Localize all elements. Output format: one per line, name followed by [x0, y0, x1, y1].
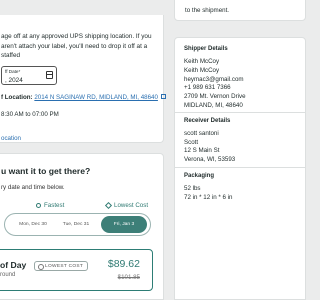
shipment-note-card: to the shipment. — [174, 0, 306, 21]
dropoff-location-link[interactable]: 2014 N SAGINAW RD, MIDLAND, MI, 48640 — [34, 94, 158, 101]
receiver-details-title: Receiver Details — [184, 118, 231, 124]
divider — [175, 167, 305, 168]
fastest-label: Fastest — [44, 202, 65, 209]
shipper-street: 2709 Mt. Vernon Drive — [184, 93, 246, 100]
delivery-subtitle: ry date and time below. — [1, 184, 65, 191]
change-location-link[interactable]: ocation — [1, 135, 21, 142]
fastest-option[interactable]: Fastest — [36, 202, 64, 209]
package-dimensions: 72 in * 12 in * 6 in — [184, 194, 233, 201]
external-link-icon[interactable] — [160, 94, 166, 99]
offer-title: of Day — [0, 260, 27, 270]
dropoff-instructions: age off at any approved UPS shipping loc… — [1, 33, 152, 59]
lowest-cost-option[interactable]: Lowest Cost — [104, 201, 149, 210]
dropoff-location-label: f Location: — [1, 94, 33, 101]
lowest-cost-badge: LOWEST COST — [34, 261, 89, 271]
dropoff-date-label: ff Date* — [5, 69, 21, 74]
day-option-fri-jan-3[interactable]: Fri, Jan 3 — [101, 216, 147, 233]
dropoff-date-value: , 2024 — [5, 77, 23, 84]
shipment-note: to the shipment. — [185, 7, 230, 14]
calendar-icon[interactable] — [46, 71, 53, 79]
clock-icon — [36, 203, 41, 208]
dropoff-card: age off at any approved UPS shipping loc… — [0, 15, 166, 143]
shipper-phone: +1 989 631 7366 — [184, 84, 231, 91]
shipper-contact: Keith McCoy — [184, 67, 220, 74]
dropoff-location-row: f Location: 2014 N SAGINAW RD, MIDLAND, … — [1, 94, 166, 101]
offer-price: $89.62 — [107, 258, 140, 270]
shipper-city: MIDLAND, MI, 48640 — [184, 102, 243, 109]
offer-subtitle: round — [0, 272, 16, 278]
shipper-name: Keith McCoy — [184, 58, 220, 65]
tag-icon — [104, 201, 113, 210]
dropoff-date-field[interactable]: ff Date* , 2024 — [1, 66, 57, 85]
dropoff-hours: 8:30 AM to 07:00 PM — [1, 111, 59, 118]
package-weight: 52 lbs — [184, 185, 201, 192]
receiver-name: scott santoni — [184, 130, 219, 137]
lowest-cost-label: Lowest Cost — [114, 202, 149, 209]
delivery-question: u want it to get there? — [1, 166, 91, 176]
day-option-mon-dec-30[interactable]: Mon, Dec 30 — [14, 216, 52, 233]
delivery-offer-card[interactable]: of Day round LOWEST COST $89.62 $101.85 — [0, 249, 153, 291]
shipper-details-title: Shipper Details — [184, 46, 228, 52]
delivery-day-selector: Mon, Dec 30 Tue, Dec 31 Fri, Jan 3 — [4, 213, 151, 236]
receiver-street: 12 S Main St — [184, 147, 220, 154]
day-option-tue-dec-31[interactable]: Tue, Dec 31 — [57, 216, 95, 233]
packaging-title: Packaging — [184, 173, 215, 179]
offer-original-price: $101.85 — [117, 274, 140, 281]
receiver-city: Verona, WI, 53593 — [184, 156, 236, 163]
shipment-summary-card: Shipper Details Keith McCoy Keith McCoy … — [174, 37, 306, 300]
divider — [175, 112, 305, 113]
delivery-card: u want it to get there? ry date and time… — [0, 153, 164, 300]
